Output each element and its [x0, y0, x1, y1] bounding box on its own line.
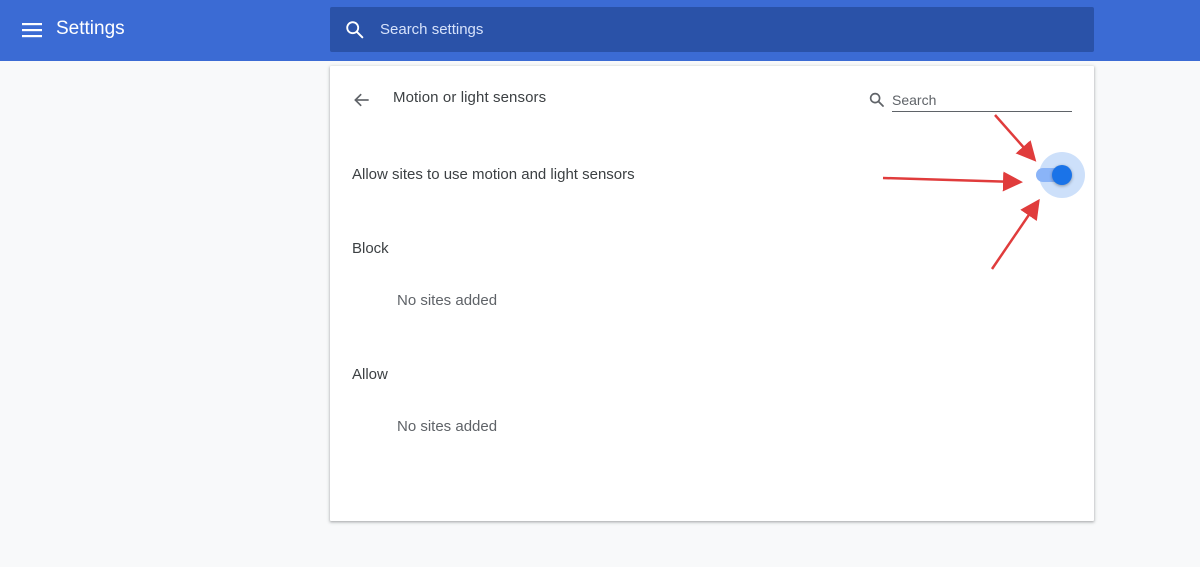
settings-card: Motion or light sensors Allow sites to u…	[330, 66, 1094, 521]
hamburger-menu-icon	[22, 23, 42, 38]
block-section-heading: Block	[352, 240, 389, 257]
search-icon	[346, 21, 364, 39]
search-icon	[869, 92, 884, 107]
back-button[interactable]	[348, 86, 376, 114]
settings-search-input[interactable]	[380, 7, 1080, 52]
sub-page-search-input[interactable]	[892, 88, 1072, 112]
sensor-permission-label: Allow sites to use motion and light sens…	[352, 166, 635, 183]
toggle-knob	[1052, 165, 1072, 185]
allow-section-heading: Allow	[352, 366, 388, 383]
settings-search-box[interactable]	[330, 7, 1094, 52]
top-app-bar: Settings	[0, 0, 1200, 61]
main-menu-button[interactable]	[16, 14, 48, 46]
app-title: Settings	[56, 18, 125, 39]
sensor-permission-toggle[interactable]	[1036, 165, 1072, 185]
page-title: Motion or light sensors	[393, 89, 547, 106]
block-empty-message: No sites added	[397, 292, 498, 309]
arrow-back-icon	[354, 93, 369, 107]
sub-page-search[interactable]	[868, 88, 1072, 112]
allow-empty-message: No sites added	[397, 418, 498, 435]
